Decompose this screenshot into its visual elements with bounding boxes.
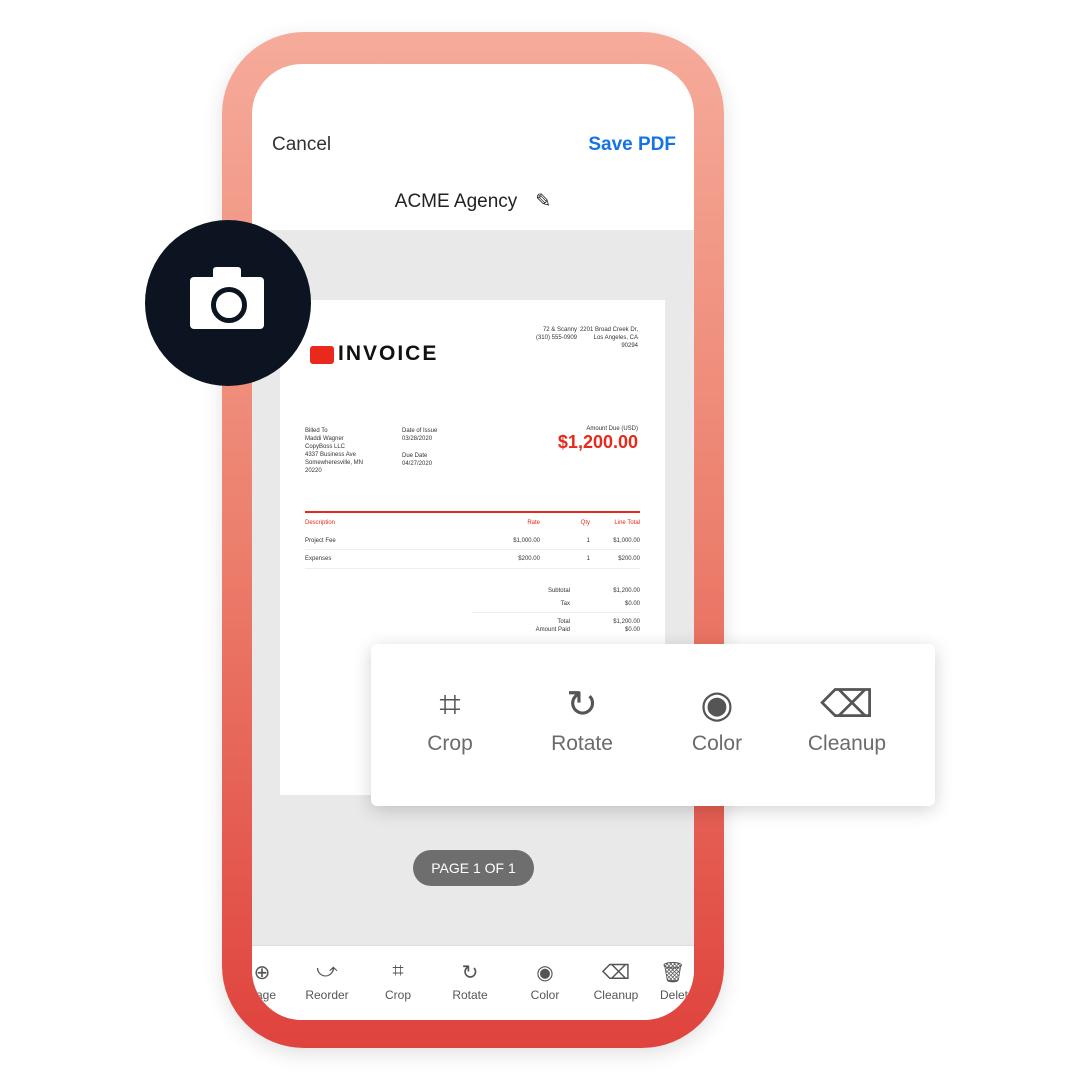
- issue-label: Date of Issue: [402, 428, 438, 434]
- tax-label: Tax: [560, 601, 570, 607]
- due-date: 04/27/2020: [402, 461, 433, 467]
- amount-due: $1,200.00: [557, 432, 638, 452]
- card-rotate[interactable]: ↻ Rotate: [517, 682, 647, 756]
- save-pdf-button[interactable]: Save PDF: [588, 134, 676, 156]
- page-indicator: PAGE 1 OF 1: [413, 850, 534, 886]
- row-qty: 1: [586, 556, 590, 562]
- eraser-icon: ⌫: [820, 684, 874, 726]
- bottom-toolbar: ⊕Page ⤻Reorder ⌗Crop ↻Rotate ◉Color ⌫Cle…: [252, 945, 694, 1020]
- eraser-icon: ⌫: [601, 962, 631, 984]
- document-title-text: ACME Agency: [394, 191, 518, 212]
- toolbar-color[interactable]: ◉ Color: [510, 960, 580, 1002]
- row-rate: $1,000.00: [513, 538, 540, 544]
- billed-to: Maddi Wagner CopyBoss LLC 4337 Business …: [305, 436, 364, 474]
- tax-value: $0.00: [624, 601, 640, 607]
- issue-date: 03/28/2020: [402, 436, 433, 442]
- crop-icon: ⌗: [439, 684, 461, 726]
- pencil-icon[interactable]: ✎: [535, 191, 551, 212]
- due-label: Due Date: [402, 453, 428, 459]
- rotate-icon: ↻: [461, 962, 479, 984]
- card-color[interactable]: ◉ Color: [652, 682, 782, 756]
- toolbar-reorder[interactable]: ⤻ Reorder: [292, 960, 362, 1002]
- row-divider: [305, 568, 640, 569]
- col-qty: Qty: [580, 520, 590, 526]
- toolbar-crop[interactable]: ⌗ Crop: [363, 960, 433, 1002]
- row-rate: $200.00: [518, 556, 540, 562]
- total-value: $1,200.00: [613, 619, 640, 625]
- toolbar-delete[interactable]: 🗑 Delete: [660, 960, 694, 1002]
- camera-button[interactable]: [145, 220, 311, 386]
- card-cleanup[interactable]: ⌫ Cleanup: [782, 682, 912, 756]
- cancel-button[interactable]: Cancel: [272, 134, 331, 156]
- phone-screen: Cancel Save PDF ACME Agency ✎ INVOICE 72 …: [252, 64, 694, 1020]
- color-icon: ◉: [700, 684, 734, 726]
- reorder-icon: ⤻: [316, 960, 338, 982]
- col-line-total: Line Total: [614, 520, 640, 526]
- company-address: 2201 Broad Creek Dr, Los Angeles, CA 902…: [579, 327, 638, 349]
- col-description: Description: [305, 520, 336, 526]
- amount-paid-value: $0.00: [624, 627, 640, 633]
- camera-icon: [190, 267, 264, 329]
- trash-icon: 🗑: [660, 962, 686, 984]
- invoice-heading: INVOICE: [338, 342, 439, 365]
- subtotal-label: Subtotal: [547, 588, 570, 594]
- document-title[interactable]: ACME Agency ✎: [252, 190, 694, 213]
- subtotal-value: $1,200.00: [613, 588, 640, 594]
- divider: [305, 511, 640, 513]
- row-divider: [305, 549, 640, 550]
- edit-tools-card: ⌗ Crop ↻ Rotate ◉ Color ⌫ Cleanup: [371, 644, 935, 806]
- row-qty: 1: [586, 538, 590, 544]
- amount-paid-label: Amount Paid: [535, 627, 570, 633]
- row-desc: Project Fee: [305, 538, 336, 544]
- card-crop[interactable]: ⌗ Crop: [385, 682, 515, 756]
- billed-to-label: Billed To: [305, 428, 328, 434]
- add-page-icon: ⊕: [253, 962, 271, 984]
- total-label: Total: [557, 619, 570, 625]
- row-desc: Expenses: [305, 556, 332, 562]
- col-rate: Rate: [527, 520, 540, 526]
- rotate-icon: ↻: [566, 684, 598, 726]
- invoice-logo-icon: [310, 346, 334, 364]
- color-icon: ◉: [536, 962, 554, 984]
- row-total: $200.00: [618, 556, 640, 562]
- totals-divider: [472, 612, 640, 613]
- row-total: $1,000.00: [613, 538, 640, 544]
- toolbar-add-page[interactable]: ⊕Page: [252, 960, 297, 1002]
- toolbar-rotate[interactable]: ↻ Rotate: [435, 960, 505, 1002]
- toolbar-cleanup[interactable]: ⌫ Cleanup: [581, 960, 651, 1002]
- company-info: 72 & Scanny (310) 555-0909: [535, 327, 577, 341]
- crop-icon: ⌗: [392, 960, 404, 982]
